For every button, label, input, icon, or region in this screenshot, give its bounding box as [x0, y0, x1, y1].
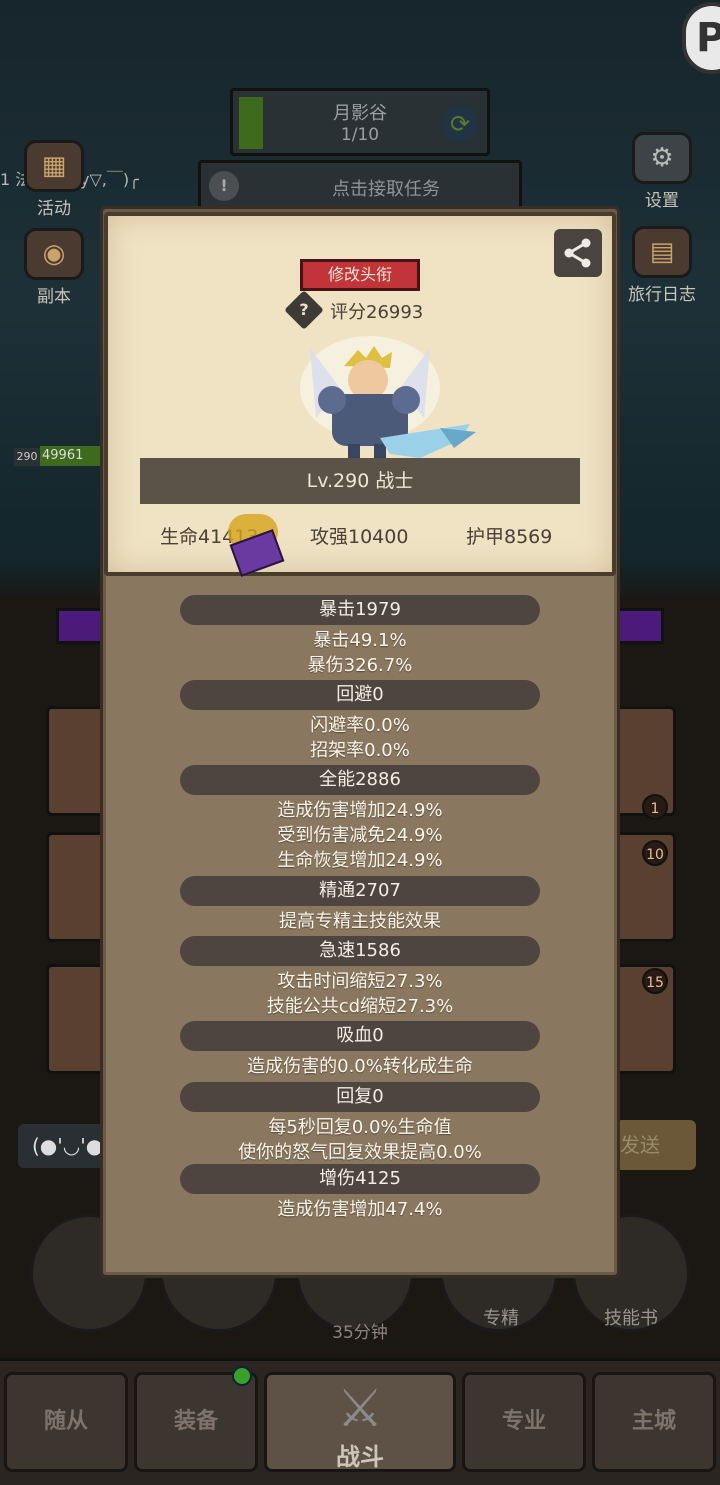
- alert-icon: !: [209, 171, 239, 201]
- nav-tab-profession[interactable]: 专业: [462, 1372, 586, 1472]
- stat-line: 攻击时间缩短27.3%: [277, 971, 443, 992]
- nav-tab-battle[interactable]: ⚔ 战斗: [264, 1372, 456, 1472]
- settings-label: 设置: [645, 191, 679, 211]
- nav-tab-followers[interactable]: 随从: [4, 1372, 128, 1472]
- player-hp-tag: 49961: [40, 446, 100, 466]
- change-title-button[interactable]: 修改头衔: [300, 259, 420, 291]
- stat-line: 技能公共cd缩短27.3%: [266, 996, 454, 1017]
- notification-dot: [232, 1366, 252, 1386]
- map-progress-box: 月影谷 1/10 ⟳: [230, 88, 490, 156]
- event-button[interactable]: ▦ 活动: [14, 140, 94, 219]
- stat-line: 使你的怒气回复效果提高0.0%: [238, 1142, 482, 1163]
- stat-head-versatility: 全能2886: [180, 765, 540, 795]
- dungeon-icon: ◉: [24, 228, 84, 280]
- stat-line: 造成伤害增加24.9%: [277, 800, 443, 821]
- stat-head-crit: 暴击1979: [180, 595, 540, 625]
- player-level-tag: 290: [14, 448, 40, 466]
- stat-line: 招架率0.0%: [310, 740, 410, 761]
- stat-line: 造成伤害的0.0%转化成生命: [247, 1056, 473, 1077]
- armor-stat: 护甲8569: [466, 526, 553, 548]
- dungeon-button[interactable]: ◉ 副本: [14, 228, 94, 307]
- share-icon: [564, 238, 591, 268]
- level-class-band: Lv.290 战士: [140, 458, 580, 504]
- journal-label: 旅行日志: [628, 285, 696, 305]
- stat-line: 暴击49.1%: [313, 630, 407, 651]
- task-bar[interactable]: ! 点击接取任务: [198, 160, 522, 210]
- stat-line: 暴伤326.7%: [307, 655, 413, 676]
- nav-tab-main-city[interactable]: 主城: [592, 1372, 716, 1472]
- task-label: 点击接取任务: [332, 179, 440, 200]
- stat-line: 每5秒回复0.0%生命值: [268, 1117, 452, 1138]
- nav-tab-equipment[interactable]: 装备: [134, 1372, 258, 1472]
- event-label: 活动: [37, 199, 71, 219]
- gear-icon: ⚙: [632, 132, 692, 184]
- event-icon: ▦: [24, 140, 84, 192]
- stat-line: 受到伤害减免24.9%: [277, 825, 443, 846]
- score-label: 评分26993: [330, 302, 424, 323]
- stat-head-mastery: 精通2707: [180, 876, 540, 906]
- energy-bar-left: [56, 608, 106, 644]
- stat-head-leech: 吸血0: [180, 1021, 540, 1051]
- warrior-avatar: [300, 336, 476, 466]
- specialization-label: 专精: [483, 1308, 519, 1329]
- journal-button[interactable]: ▤ 旅行日志: [622, 226, 702, 305]
- dungeon-label: 副本: [37, 287, 71, 307]
- stat-head-regen: 回复0: [180, 1082, 540, 1112]
- slot-count-badge: 1: [642, 794, 668, 820]
- slot-count-badge: 10: [642, 840, 668, 866]
- settings-button[interactable]: ⚙ 设置: [622, 132, 702, 211]
- stat-head-haste: 急速1586: [180, 936, 540, 966]
- skill-book-label: 技能书: [604, 1308, 658, 1329]
- chat-input[interactable]: (●'◡'●: [18, 1124, 108, 1168]
- slot-count-badge: 15: [642, 968, 668, 994]
- stat-line: 闪避率0.0%: [310, 715, 410, 736]
- share-button[interactable]: [554, 229, 602, 277]
- attack-stat: 攻强10400: [310, 526, 409, 548]
- refresh-icon[interactable]: ⟳: [441, 105, 479, 143]
- idle-timer: 35分钟: [332, 1323, 388, 1343]
- energy-bar-right: [616, 608, 664, 644]
- stat-line: 提高专精主技能效果: [279, 911, 441, 932]
- send-button[interactable]: 发送: [616, 1120, 696, 1170]
- stat-head-damage-bonus: 增伤4125: [180, 1164, 540, 1194]
- stat-line: 生命恢复增加24.9%: [277, 850, 443, 871]
- crossed-swords-icon: ⚔: [336, 1379, 384, 1439]
- journal-icon: ▤: [632, 226, 692, 278]
- stat-head-dodge: 回避0: [180, 680, 540, 710]
- nav-tab-battle-label: 战斗: [336, 1443, 384, 1471]
- stat-line: 造成伤害增加47.4%: [277, 1199, 443, 1220]
- help-icon[interactable]: ?: [284, 290, 324, 330]
